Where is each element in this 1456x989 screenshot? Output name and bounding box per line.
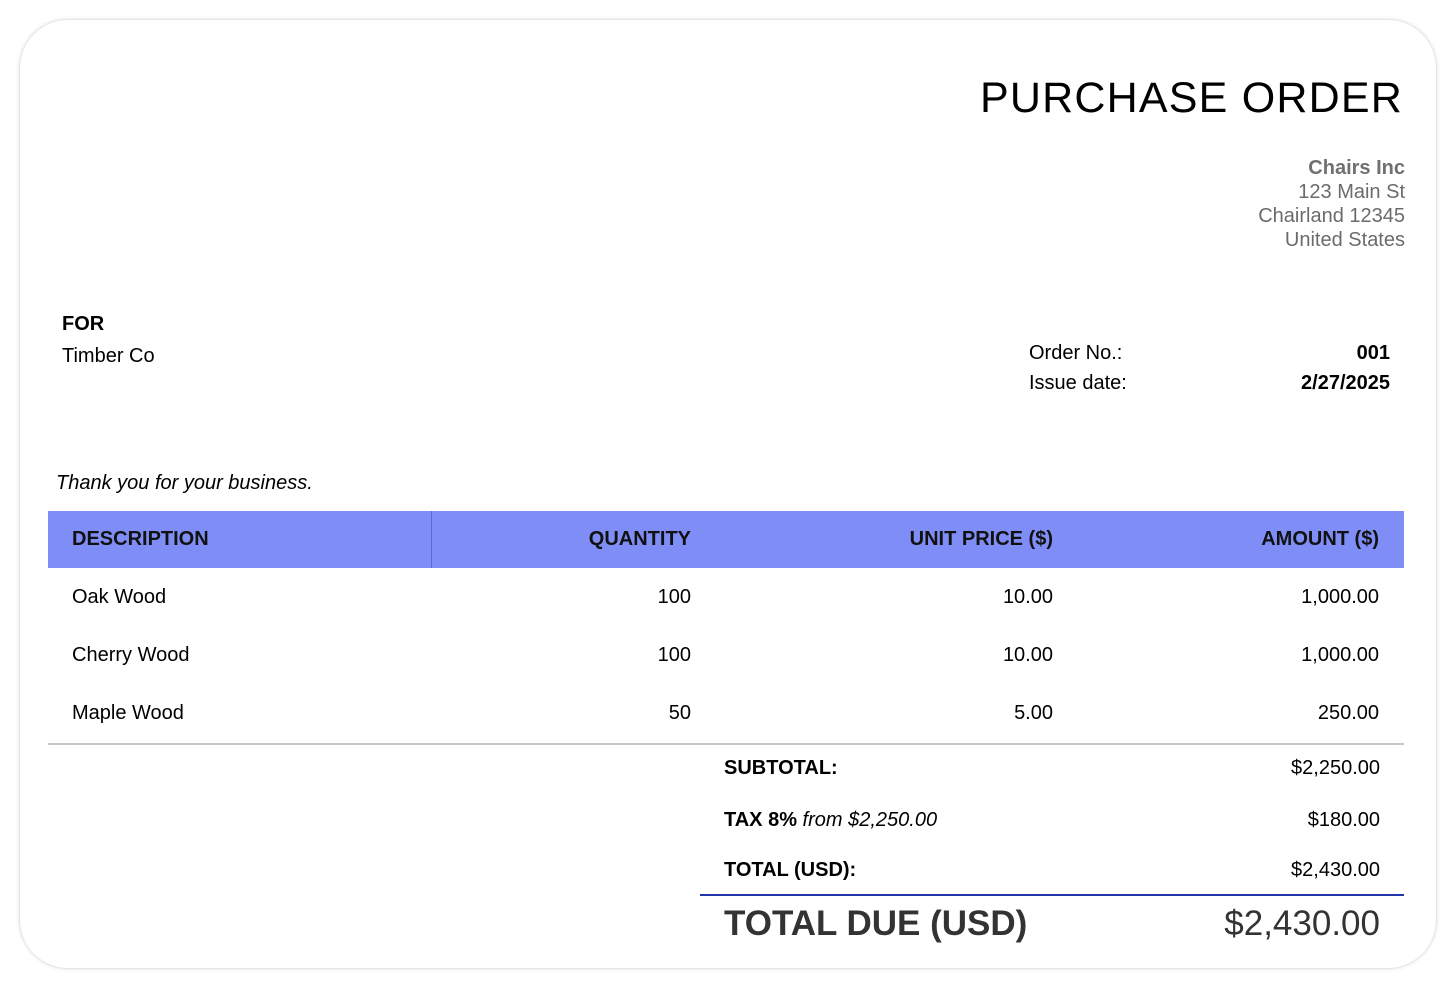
header-quantity: QUANTITY <box>588 528 691 550</box>
tax-value: $180.00 <box>1307 808 1380 831</box>
for-label: FOR <box>62 313 105 335</box>
issue-date-label: Issue date: <box>1029 372 1127 394</box>
header-amount: AMOUNT ($) <box>1261 528 1379 550</box>
company-name: Chairs Inc <box>1308 157 1405 179</box>
cell-amount: 1,000.00 <box>1301 585 1379 608</box>
cell-amount: 250.00 <box>1317 701 1379 724</box>
order-number-label: Order No.: <box>1029 342 1123 364</box>
subtotal-row: SUBTOTAL: $2,250.00 <box>700 742 1404 794</box>
header-description: DESCRIPTION <box>48 511 432 568</box>
company-address-block: Chairs Inc 123 Main St Chairland 12345 U… <box>1258 156 1405 252</box>
subtotal-value: $2,250.00 <box>1291 756 1380 779</box>
issue-date-value: 2/27/2025 <box>1301 372 1390 394</box>
company-address-line2: Chairland 12345 <box>1258 205 1405 227</box>
issue-date-row: Issue date: 2/27/2025 <box>1029 372 1390 402</box>
totals-block: SUBTOTAL: $2,250.00 TAX 8% from $2,250.0… <box>700 742 1404 952</box>
total-due-row: TOTAL DUE (USD) $2,430.00 <box>700 896 1404 952</box>
cell-quantity: 50 <box>668 701 691 724</box>
total-row: TOTAL (USD): $2,430.00 <box>700 846 1404 894</box>
cell-amount: 1,000.00 <box>1301 643 1379 666</box>
company-address-line1: 123 Main St <box>1298 181 1405 203</box>
tax-basis: from $2,250.00 <box>802 808 938 831</box>
order-meta: Order No.: 001 Issue date: 2/27/2025 <box>1029 342 1390 402</box>
for-value: Timber Co <box>62 345 155 367</box>
table-row: Maple Wood 50 5.00 250.00 <box>48 684 1404 742</box>
tax-row: TAX 8% from $2,250.00 $180.00 <box>700 794 1404 846</box>
subtotal-label: SUBTOTAL: <box>724 756 838 779</box>
cell-description: Maple Wood <box>72 701 184 724</box>
total-label: TOTAL (USD): <box>724 858 857 881</box>
tax-label: TAX 8% <box>724 808 797 831</box>
thank-you-note: Thank you for your business. <box>56 472 313 494</box>
items-table-header: DESCRIPTION QUANTITY UNIT PRICE ($) AMOU… <box>48 511 1404 568</box>
document-title: PURCHASE ORDER <box>980 74 1403 122</box>
cell-quantity: 100 <box>657 643 691 666</box>
cell-unit-price: 10.00 <box>1002 585 1053 608</box>
cell-unit-price: 10.00 <box>1002 643 1053 666</box>
purchase-order-page: PURCHASE ORDER Chairs Inc 123 Main St Ch… <box>20 20 1436 968</box>
cell-description: Oak Wood <box>72 585 167 608</box>
cell-description: Cherry Wood <box>72 643 190 666</box>
items-table: DESCRIPTION QUANTITY UNIT PRICE ($) AMOU… <box>48 511 1404 745</box>
header-unit-price: UNIT PRICE ($) <box>909 528 1053 550</box>
cell-quantity: 100 <box>657 585 691 608</box>
total-value: $2,430.00 <box>1291 858 1380 881</box>
total-due-value: $2,430.00 <box>1224 904 1380 943</box>
bill-to-block: FOR Timber Co <box>62 313 155 368</box>
table-row: Oak Wood 100 10.00 1,000.00 <box>48 568 1404 626</box>
table-row: Cherry Wood 100 10.00 1,000.00 <box>48 626 1404 684</box>
order-number-row: Order No.: 001 <box>1029 342 1390 372</box>
order-number-value: 001 <box>1356 342 1390 364</box>
company-country: United States <box>1284 229 1405 251</box>
cell-unit-price: 5.00 <box>1014 701 1053 724</box>
total-due-label: TOTAL DUE (USD) <box>724 904 1028 943</box>
